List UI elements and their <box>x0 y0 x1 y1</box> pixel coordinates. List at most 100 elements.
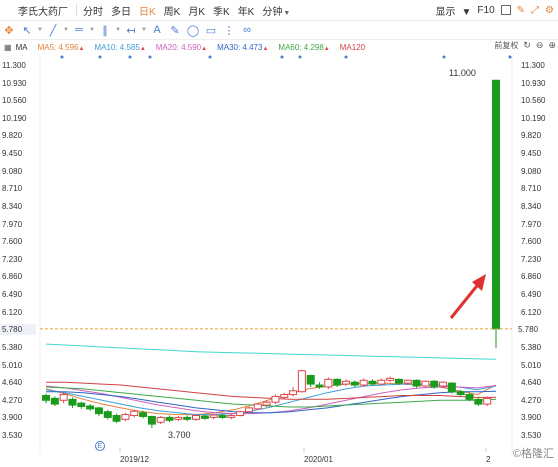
ma-lines <box>45 343 497 416</box>
candle-body <box>227 415 236 418</box>
y-tick-label: 7.970 <box>2 219 23 229</box>
y-tick-label: 6.120 <box>2 307 23 317</box>
candle-body <box>165 416 174 421</box>
ma-marker-dot <box>128 55 132 59</box>
y-tick-label-right: 3.530 <box>521 431 542 440</box>
candle-body <box>147 415 156 425</box>
candle-body <box>139 412 148 417</box>
candle-body <box>271 395 280 403</box>
candle-body <box>68 398 77 406</box>
watermark-icon: © <box>512 448 521 460</box>
candle-body <box>174 416 183 420</box>
candle-body <box>474 398 483 405</box>
candle-body <box>368 380 377 385</box>
y-tick-label-right: 8.710 <box>521 184 542 194</box>
candle-body <box>359 379 368 386</box>
y-tick-label: 7.230 <box>2 254 23 264</box>
y-tick-label-right: 6.860 <box>521 272 542 282</box>
low-price-annotation: 3.700 <box>168 430 191 440</box>
candle-body <box>112 415 121 422</box>
candle-body <box>492 79 500 330</box>
y-tick-label: 3.530 <box>2 431 23 440</box>
y-tick-label: 5.380 <box>2 342 23 352</box>
candle-body <box>394 378 403 384</box>
candle-body <box>315 384 324 388</box>
arrow-shaft <box>449 281 482 319</box>
chart-overlay <box>40 274 512 330</box>
watermark-text: 格隆汇 <box>521 448 554 460</box>
y-tick-label-right: 4.270 <box>521 395 542 405</box>
y-tick-label-right: 11.300 <box>521 61 545 70</box>
x-tick-label: 2 <box>486 455 491 464</box>
candle-body <box>130 410 139 417</box>
candle-body <box>439 381 448 387</box>
y-tick-label-right: 9.820 <box>521 131 542 141</box>
candle-body <box>86 405 95 410</box>
candle-body <box>421 380 430 387</box>
y-tick-label-right: 5.010 <box>521 360 542 370</box>
y-tick-label: 4.640 <box>2 378 23 388</box>
y-tick-label-right: 7.970 <box>521 219 542 229</box>
y-tick-label: 5.010 <box>2 360 23 370</box>
y-tick-label: 6.860 <box>2 272 23 282</box>
y-tick-label: 3.900 <box>2 413 23 423</box>
y-tick-label-right: 6.120 <box>521 307 542 317</box>
ma-marker-dot <box>344 55 348 59</box>
candle-body <box>386 377 395 381</box>
candle-body <box>324 378 333 388</box>
candle-body <box>447 382 456 393</box>
candle-body <box>483 397 492 405</box>
candle-body <box>333 378 342 386</box>
candle-body <box>244 407 253 413</box>
candle-body <box>103 411 112 418</box>
ma-marker-dot <box>208 55 212 59</box>
y-tick-label: 9.450 <box>2 149 23 159</box>
candle-body <box>456 391 465 396</box>
candle-body <box>59 394 68 401</box>
y-tick-label: 11.300 <box>2 61 26 70</box>
candle-body <box>342 380 350 385</box>
candle-body <box>403 379 412 384</box>
high-price-annotation: 11.000 <box>449 68 476 79</box>
event-marker-icon[interactable]: E <box>95 441 105 451</box>
y-tick-label-right: 5.380 <box>521 342 542 352</box>
y-tick-label-right: 10.190 <box>521 113 546 123</box>
candle-body <box>377 379 386 385</box>
y-tick-label: 9.080 <box>2 166 23 176</box>
candle-body <box>430 380 439 388</box>
candle-body <box>280 394 289 398</box>
candle-body <box>262 401 271 406</box>
candle-body <box>209 414 218 418</box>
candles <box>42 79 500 428</box>
candle-body <box>350 381 359 386</box>
y-tick-label: 7.600 <box>2 237 23 247</box>
y-tick-label: 6.490 <box>2 290 23 300</box>
ma-marker-dot <box>442 55 446 59</box>
ma-marker-dot <box>98 55 102 59</box>
x-tick-label: 2020/01 <box>304 455 333 464</box>
y-tick-label-right: 10.560 <box>521 96 546 106</box>
candle-body <box>77 402 86 407</box>
ma-marker-dot <box>280 55 284 59</box>
y-tick-label-right: 8.340 <box>521 201 542 211</box>
ma-line-ma60 <box>45 386 497 408</box>
candle-body <box>183 416 192 420</box>
y-tick-label-right: 3.900 <box>521 413 542 423</box>
y-tick-label: 10.190 <box>2 113 27 123</box>
candle-body <box>156 416 165 423</box>
y-tick-label-right: 10.930 <box>521 78 546 88</box>
y-tick-label-right: 9.450 <box>521 149 542 159</box>
y-tick-label-right: 9.080 <box>521 166 542 176</box>
current-price-right: 5.780 <box>518 323 542 335</box>
y-tick-label: 8.710 <box>2 184 23 194</box>
candle-body <box>192 415 200 420</box>
y-tick-label: 9.820 <box>2 131 23 141</box>
candle-body <box>200 415 209 419</box>
ma-line-ma30 <box>46 390 497 414</box>
candle-body <box>412 379 421 387</box>
candle-body <box>236 411 245 417</box>
ma-marker-dot <box>508 55 512 59</box>
candle-body <box>121 414 130 420</box>
candle-body <box>42 395 50 401</box>
candle-body <box>289 390 298 396</box>
